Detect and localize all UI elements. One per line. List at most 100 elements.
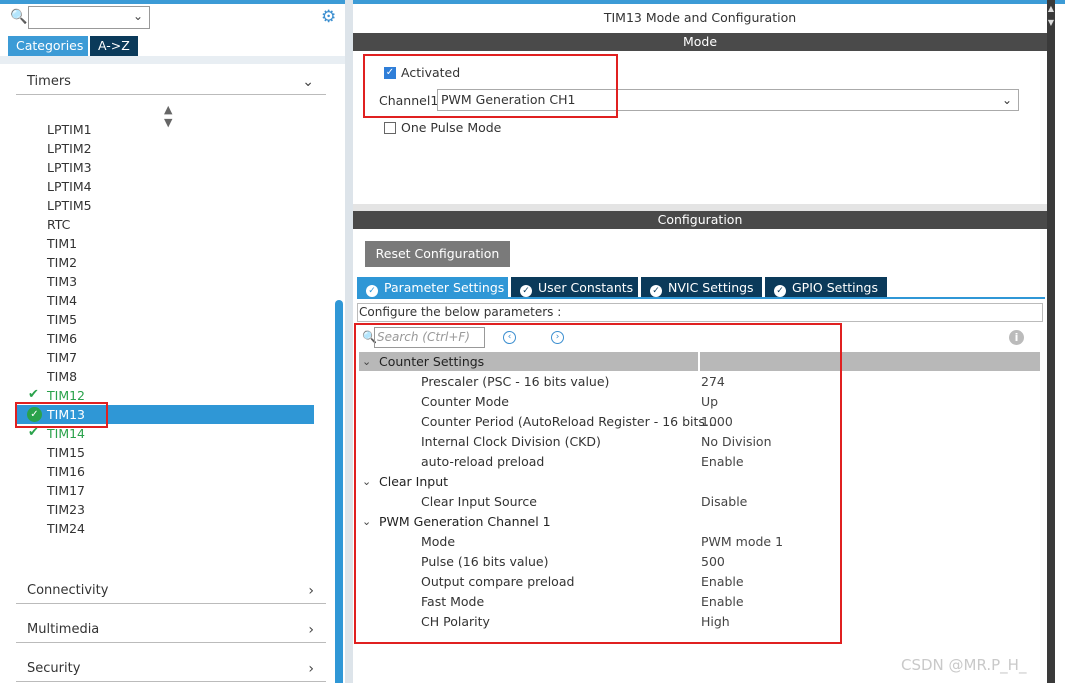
list-item-lptim4[interactable]: LPTIM4 [47, 177, 92, 196]
check-icon: ✔ [28, 425, 39, 440]
parameter-name: Pulse (16 bits value) [421, 554, 549, 569]
gear-icon[interactable]: ⚙ [321, 7, 341, 27]
parameter-value[interactable]: 274 [701, 374, 725, 389]
panel-divider[interactable] [345, 0, 353, 683]
info-icon[interactable]: i [1009, 330, 1024, 345]
tab-parameter-settings[interactable]: ✓ Parameter Settings [357, 277, 508, 298]
parameter-name: Counter Mode [421, 394, 509, 409]
parameter-value[interactable]: No Division [701, 434, 772, 449]
left-scrollbar[interactable] [335, 300, 343, 683]
watermark: CSDN @MR.P_H_ [901, 656, 1027, 674]
tab-nvic-settings[interactable]: ✓ NVIC Settings [641, 277, 762, 298]
chevron-down-icon: ⌄ [1001, 93, 1012, 107]
chevron-down-icon[interactable]: ⌄ [362, 355, 371, 368]
right-panel: TIM13 Mode and Configuration Mode ✓ Acti… [353, 0, 1065, 683]
tab-gpio-settings[interactable]: ✓ GPIO Settings [765, 277, 887, 298]
search-icon[interactable]: 🔍 [10, 9, 27, 25]
left-panel: 🔍 ⌄ ⚙ Categories A->Z Timers ⌄ ▲ ▼ ✓ TIM1… [0, 0, 345, 683]
right-top-accent [353, 0, 1065, 4]
tab-categories[interactable]: Categories [8, 36, 88, 56]
page-title: TIM13 Mode and Configuration [603, 10, 797, 25]
check-circle-icon: ✓ [366, 285, 378, 297]
list-item-tim6[interactable]: TIM6 [47, 329, 77, 348]
section-connectivity[interactable]: Connectivity › [16, 578, 326, 604]
list-item-tim4[interactable]: TIM4 [47, 291, 77, 310]
list-item-tim14[interactable]: TIM14 [47, 424, 85, 443]
tab-underline [357, 297, 1045, 299]
section-security-label: Security [27, 661, 81, 676]
tab-label: Parameter Settings [384, 280, 505, 295]
section-multimedia[interactable]: Multimedia › [16, 617, 326, 643]
parameter-value[interactable]: Enable [701, 454, 744, 469]
tab-label: GPIO Settings [792, 280, 878, 295]
list-item-lptim2[interactable]: LPTIM2 [47, 139, 92, 158]
mode-header: Mode [353, 33, 1047, 51]
parameter-name: Prescaler (PSC - 16 bits value) [421, 374, 610, 389]
scroll-down-icon[interactable]: ▼ [1047, 18, 1055, 27]
parameter-value[interactable]: PWM mode 1 [701, 534, 783, 549]
parameter-name: Mode [421, 534, 456, 549]
group-header[interactable]: PWM Generation Channel 1 [379, 514, 551, 529]
list-item-tim16[interactable]: TIM16 [47, 462, 85, 481]
tab-a-to-z[interactable]: A->Z [90, 36, 138, 56]
list-item-lptim5[interactable]: LPTIM5 [47, 196, 92, 215]
highlight-box-mode [363, 54, 618, 118]
list-item-tim15[interactable]: TIM15 [47, 443, 85, 462]
check-circle-icon: ✓ [650, 285, 662, 297]
chevron-down-icon[interactable]: ⌄ [362, 475, 371, 488]
section-timers-label: Timers [27, 74, 71, 89]
tab-user-constants[interactable]: ✓ User Constants [511, 277, 638, 298]
group-header[interactable]: Counter Settings [379, 354, 484, 369]
reset-configuration-button[interactable]: Reset Configuration [365, 241, 510, 267]
list-item-tim17[interactable]: TIM17 [47, 481, 85, 500]
check-icon: ✔ [28, 387, 39, 402]
right-scrollbar[interactable] [1047, 0, 1055, 683]
one-pulse-label: One Pulse Mode [401, 120, 502, 135]
parameter-name: auto-reload preload [421, 454, 545, 469]
group-header[interactable]: Clear Input [379, 474, 448, 489]
chevron-down-icon[interactable]: ⌄ [133, 9, 143, 23]
chevron-down-icon: ⌄ [302, 74, 314, 90]
list-item-tim24[interactable]: TIM24 [47, 519, 85, 538]
section-timers[interactable]: Timers ⌄ [16, 69, 326, 95]
one-pulse-checkbox[interactable] [384, 122, 396, 134]
parameter-name: Internal Clock Division (CKD) [421, 434, 601, 449]
parameter-value[interactable]: Enable [701, 594, 744, 609]
list-item-lptim3[interactable]: LPTIM3 [47, 158, 92, 177]
list-item-tim23[interactable]: TIM23 [47, 500, 85, 519]
left-separator [0, 56, 345, 64]
list-item-rtc[interactable]: RTC [47, 215, 70, 234]
parameter-name: Clear Input Source [421, 494, 537, 509]
section-multimedia-label: Multimedia [27, 622, 100, 637]
list-item-lptim1[interactable]: LPTIM1 [47, 120, 92, 139]
configure-note: Configure the below parameters : [357, 303, 1043, 322]
parameter-name: Output compare preload [421, 574, 575, 589]
scroll-up-icon[interactable]: ▲ [1047, 4, 1055, 13]
left-top-accent [0, 0, 345, 4]
list-item-tim8[interactable]: TIM8 [47, 367, 77, 386]
check-circle-icon: ✓ [774, 285, 786, 297]
parameter-value[interactable]: 500 [701, 554, 725, 569]
parameter-value[interactable]: Enable [701, 574, 744, 589]
list-item-tim12[interactable]: TIM12 [47, 386, 85, 405]
list-item-tim3[interactable]: TIM3 [47, 272, 77, 291]
search-input[interactable]: ⌄ [28, 6, 150, 29]
parameter-value[interactable]: High [701, 614, 730, 629]
tab-label: User Constants [538, 280, 634, 295]
parameter-value[interactable]: 1000 [701, 414, 733, 429]
sort-icon[interactable]: ▲ ▼ [164, 103, 172, 129]
parameter-name: Fast Mode [421, 594, 485, 609]
parameter-value[interactable]: Disable [701, 494, 747, 509]
section-security[interactable]: Security › [16, 656, 326, 682]
tab-label: NVIC Settings [668, 280, 754, 295]
list-item-tim7[interactable]: TIM7 [47, 348, 77, 367]
configuration-header: Configuration [353, 211, 1047, 229]
section-separator [353, 204, 1047, 211]
chevron-down-icon[interactable]: ⌄ [362, 515, 371, 528]
parameter-name: Counter Period (AutoReload Register - 16… [421, 414, 717, 429]
parameter-value[interactable]: Up [701, 394, 718, 409]
list-item-tim5[interactable]: TIM5 [47, 310, 77, 329]
list-item-tim1[interactable]: TIM1 [47, 234, 77, 253]
chevron-right-icon: › [308, 661, 314, 677]
list-item-tim2[interactable]: TIM2 [47, 253, 77, 272]
